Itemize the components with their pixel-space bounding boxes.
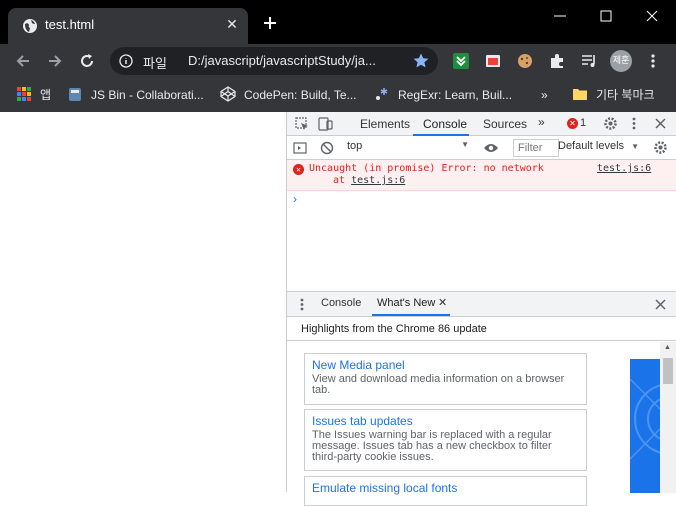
profile-avatar[interactable]: 제훈 <box>610 50 632 72</box>
divider <box>287 340 676 341</box>
globe-icon <box>23 19 37 33</box>
scroll-up-icon[interactable]: ▲ <box>664 344 671 351</box>
whats-new-card[interactable]: New Media panel View and download media … <box>304 353 587 405</box>
cookie-icon[interactable] <box>516 52 534 70</box>
close-drawer-icon[interactable] <box>655 299 666 310</box>
settings-gear-icon[interactable] <box>603 116 618 131</box>
drawer-tab-console[interactable]: Console <box>321 297 361 309</box>
apps-grid-icon <box>17 87 31 101</box>
reload-icon[interactable] <box>78 52 96 70</box>
bookmark-codepen[interactable]: CodePen: Build, Te... <box>220 85 357 105</box>
console-settings-gear-icon[interactable] <box>653 140 668 155</box>
folder-icon <box>573 89 587 100</box>
menu-kebab-icon[interactable] <box>644 52 662 70</box>
address-url[interactable]: D:/javascript/javascriptStudy/ja... <box>188 53 376 68</box>
browser-tab[interactable]: test.html ✕ <box>8 8 248 44</box>
other-bookmarks-label: 기타 북마크 <box>596 88 655 102</box>
devtools-drawer: Console What's New ✕ Highlights from the… <box>287 291 676 506</box>
bookmark-label: CodePen: Build, Te... <box>244 88 357 102</box>
download-extension-icon[interactable] <box>452 52 470 70</box>
devtools-menu-icon[interactable] <box>631 116 637 131</box>
close-window-icon[interactable] <box>642 6 662 26</box>
bookmark-label: JS Bin - Collaborati... <box>91 88 204 102</box>
browser-toolbar: 파일 D:/javascript/javascriptStudy/ja... <box>0 44 676 78</box>
close-tab-icon[interactable]: ✕ <box>224 17 240 33</box>
codepen-icon <box>220 86 236 102</box>
scrollbar-thumb[interactable] <box>663 358 673 384</box>
active-tab-indicator <box>372 314 450 316</box>
regexr-icon <box>376 88 388 100</box>
tab-elements[interactable]: Elements <box>360 117 410 131</box>
log-levels-dropdown[interactable]: Default levels ▼ <box>558 140 639 152</box>
whats-new-header: Highlights from the Chrome 86 update <box>301 323 487 335</box>
title-bar: test.html ✕ <box>0 0 676 44</box>
drawer-menu-icon[interactable] <box>299 297 305 312</box>
page-content <box>0 112 286 492</box>
jsbin-icon <box>69 88 81 101</box>
forward-icon[interactable] <box>46 52 64 70</box>
devtools-panel: Elements Console Sources » ✕ 1 top ▼ Fil… <box>286 112 676 506</box>
card-title[interactable]: Issues tab updates <box>312 414 579 428</box>
tab-console[interactable]: Console <box>423 117 467 131</box>
eye-icon[interactable] <box>483 142 499 154</box>
chevron-down-icon: ▼ <box>631 142 640 151</box>
back-icon[interactable] <box>14 52 32 70</box>
window-extension-icon[interactable] <box>484 52 502 70</box>
card-description: View and download media information on a… <box>312 373 565 396</box>
context-selector[interactable]: top ▼ <box>347 140 469 156</box>
address-scheme: 파일 <box>143 57 167 72</box>
other-bookmarks[interactable]: 기타 북마크 <box>572 85 655 105</box>
device-toolbar-icon[interactable] <box>318 116 333 131</box>
extensions-puzzle-icon[interactable] <box>548 52 566 70</box>
console-filter-bar: top ▼ Filter Default levels ▼ <box>287 136 676 160</box>
bookmark-star-icon[interactable] <box>412 52 430 70</box>
bookmarks-bar: 앱 JS Bin - Collaborati... CodePen: Build… <box>0 78 676 112</box>
address-bar[interactable]: 파일 D:/javascript/javascriptStudy/ja... <box>110 47 438 75</box>
minimize-icon[interactable] <box>550 6 570 26</box>
console-error-message: ✕ Uncaught (in promise) Error: no networ… <box>287 160 676 191</box>
close-whats-new-icon[interactable]: ✕ <box>438 296 447 309</box>
chrome-update-banner <box>630 359 660 493</box>
console-prompt[interactable]: › <box>293 192 297 206</box>
drawer-scrollbar[interactable]: ▲ <box>660 342 676 493</box>
error-icon: ✕ <box>293 164 304 175</box>
bookmark-jsbin[interactable]: JS Bin - Collaborati... <box>67 85 204 105</box>
card-description: The Issues warning bar is replaced with … <box>312 429 552 463</box>
error-text: Uncaught (in promise) Error: no network <box>309 163 544 174</box>
stack-frame: at test.js:6 <box>333 175 405 186</box>
bookmark-label: 앱 <box>40 88 52 102</box>
whats-new-card[interactable]: Issues tab updates The Issues warning ba… <box>304 409 587 471</box>
error-source-link[interactable]: test.js:6 <box>597 163 651 174</box>
chevron-down-icon: ▼ <box>461 140 469 149</box>
drawer-tab-whats-new[interactable]: What's New <box>377 297 435 309</box>
maximize-icon[interactable] <box>596 6 616 26</box>
stack-location-link[interactable]: test.js:6 <box>351 175 405 186</box>
bookmarks-overflow[interactable]: » <box>541 85 548 105</box>
bookmark-label: RegExr: Learn, Buil... <box>398 88 513 102</box>
card-title[interactable]: New Media panel <box>312 358 579 372</box>
bookmark-regexr[interactable]: RegExr: Learn, Buil... <box>374 85 512 105</box>
bookmark-apps[interactable]: 앱 <box>16 85 51 105</box>
sidebar-toggle-icon[interactable] <box>293 141 307 155</box>
new-tab-icon[interactable] <box>262 15 278 31</box>
context-value: top <box>347 140 363 152</box>
whats-new-card[interactable]: Emulate missing local fonts <box>304 476 587 506</box>
error-count[interactable]: 1 <box>580 117 586 129</box>
log-levels-label: Default levels <box>558 140 625 152</box>
clear-console-icon[interactable] <box>320 141 334 155</box>
more-tabs[interactable]: » <box>538 115 545 129</box>
close-devtools-icon[interactable] <box>655 118 666 129</box>
inspect-element-icon[interactable] <box>295 117 309 131</box>
card-title[interactable]: Emulate missing local fonts <box>312 481 579 495</box>
tab-sources[interactable]: Sources <box>483 117 527 131</box>
media-playlist-icon[interactable] <box>580 52 598 70</box>
devtools-tabbar: Elements Console Sources » ✕ 1 <box>287 112 676 136</box>
drawer-tabbar: Console What's New ✕ <box>287 292 676 317</box>
filter-input[interactable]: Filter <box>513 139 559 157</box>
info-icon[interactable] <box>119 54 133 68</box>
stack-at: at <box>333 175 346 186</box>
tab-title: test.html <box>45 17 95 32</box>
error-count-icon[interactable]: ✕ <box>567 118 578 129</box>
